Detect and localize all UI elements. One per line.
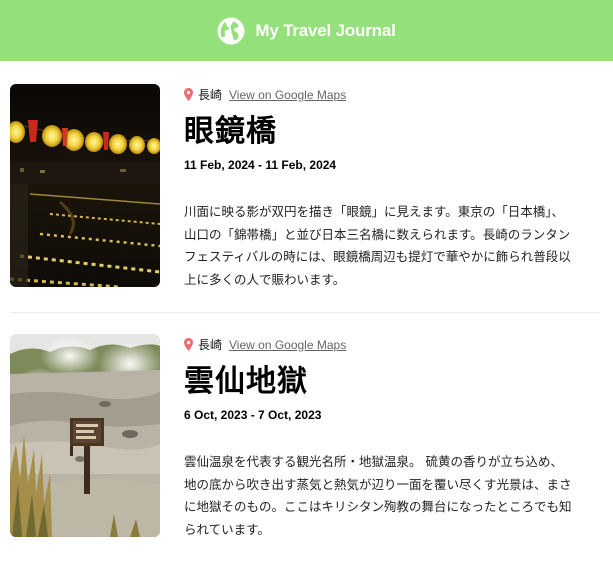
entry-location-row: 長崎 View on Google Maps <box>184 86 346 103</box>
view-on-google-maps-link[interactable]: View on Google Maps <box>229 88 346 102</box>
entry-location: 長崎 <box>198 88 223 102</box>
entry-location: 長崎 <box>198 338 223 352</box>
entry-dates: 11 Feb, 2024 - 11 Feb, 2024 <box>184 158 337 172</box>
journal-entry: 長崎 View on Google Maps 眼鏡橋 11 Feb, 2024 … <box>0 62 613 312</box>
entry-title: 眼鏡橋 <box>184 114 277 149</box>
journal-entry: 長崎 View on Google Maps 雲仙地獄 6 Oct, 2023 … <box>0 312 613 562</box>
entry-photo-unzen-jigoku <box>10 334 160 537</box>
entry-title: 雲仙地獄 <box>184 364 308 399</box>
location-pin-icon <box>184 338 193 351</box>
entry-description: 雲仙温泉を代表する観光名所・地獄温泉。 硫黄の香りが立ち込め、地の底から吹き出す… <box>184 454 572 537</box>
globe-icon <box>217 17 245 44</box>
entry-dates: 6 Oct, 2023 - 7 Oct, 2023 <box>184 408 322 422</box>
location-pin-icon <box>184 88 193 101</box>
entry-photo-megane-bridge <box>10 84 160 287</box>
header-brand: My Travel Journal <box>217 17 396 45</box>
app-title: My Travel Journal <box>255 20 396 40</box>
view-on-google-maps-link[interactable]: View on Google Maps <box>229 338 346 352</box>
entry-location-row: 長崎 View on Google Maps <box>184 336 346 353</box>
entry-description: 川面に映る影が双円を描き「眼鏡」に見えます。東京の「日本橋」、山口の「錦帯橋」と… <box>184 204 571 287</box>
app-header: My Travel Journal <box>0 0 613 61</box>
